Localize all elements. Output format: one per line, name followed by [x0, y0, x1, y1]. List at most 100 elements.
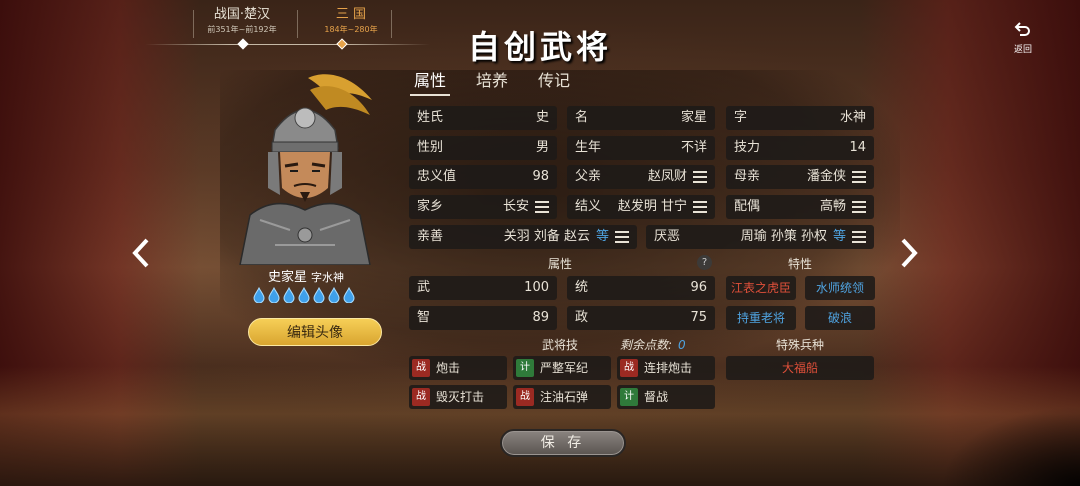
hero-portrait [230, 70, 380, 266]
skill-slot[interactable]: 战 连排炮击 [617, 356, 715, 380]
tab-attributes[interactable]: 属性 [410, 70, 451, 96]
field-label: 忠义值 [417, 169, 457, 184]
skill-type-tag: 计 [516, 359, 534, 377]
era-line [145, 44, 430, 45]
more-indicator: 等 [832, 229, 846, 244]
surname-field[interactable]: 姓氏 史 [409, 106, 557, 130]
skill-slot[interactable]: 战 毁灭打击 [409, 385, 507, 409]
field-value: 水神 [839, 110, 866, 125]
back-label: 返回 [1013, 45, 1032, 55]
field-value: 关羽 刘备 赵云 [503, 229, 590, 244]
era-divider [193, 10, 194, 38]
remaining-value: 0 [678, 338, 686, 352]
star-drop-icon [328, 287, 340, 303]
hero-courtesy: 字水神 [311, 271, 344, 284]
skill-name: 炮击 [436, 361, 461, 375]
menu-icon [852, 201, 866, 213]
edit-avatar-button[interactable]: 编辑头像 [248, 318, 382, 346]
page-title: 自创武将 [467, 28, 612, 66]
skill-name: 毁灭打击 [436, 390, 485, 404]
field-value: 98 [532, 169, 549, 184]
era-name: 三 国 [335, 7, 367, 22]
stat-war: 武 100 [409, 276, 557, 300]
trait-badge[interactable]: 水师统领 [805, 276, 875, 300]
father-field[interactable]: 父亲 赵凤财 [567, 165, 715, 189]
traits-heading: 特性 [787, 257, 812, 271]
field-value: 赵发明 甘宁 [617, 199, 687, 214]
menu-icon [693, 201, 707, 213]
field-value: 不详 [680, 140, 707, 155]
stat-label: 政 [575, 310, 589, 325]
skill-name: 注油石弹 [540, 390, 589, 404]
hometown-field[interactable]: 家乡 长安 [409, 195, 557, 219]
era-range: 前351年~前192年 [207, 25, 277, 34]
star-drop-icon [283, 287, 295, 303]
stat-label: 武 [417, 280, 431, 295]
era-warring-states[interactable]: 战国·楚汉 前351年~前192年 [197, 6, 287, 36]
stat-value: 89 [532, 310, 549, 325]
field-label: 父亲 [575, 169, 602, 184]
attributes-heading: 属性 [547, 257, 572, 271]
field-label: 家乡 [417, 199, 444, 214]
trait-badge[interactable]: 江表之虎臣 [726, 276, 796, 300]
dislikes-field[interactable]: 厌恶 周瑜 孙策 孙权 等 [646, 225, 874, 249]
courtesy-field[interactable]: 字 水神 [726, 106, 874, 130]
field-label: 配偶 [734, 199, 761, 214]
spouse-field[interactable]: 配偶 高畅 [726, 195, 874, 219]
right-arrow-icon[interactable] [900, 238, 918, 274]
birth-year-field[interactable]: 生年 不详 [567, 136, 715, 160]
tab-biography[interactable]: 传记 [534, 70, 574, 96]
gender-field[interactable]: 性别 男 [409, 136, 557, 160]
field-label: 名 [575, 110, 589, 125]
star-drop-icon [298, 287, 310, 303]
field-value: 14 [849, 140, 866, 155]
field-label: 姓氏 [417, 110, 444, 125]
field-value: 赵凤财 [647, 169, 687, 184]
stat-value: 96 [690, 280, 707, 295]
corner-shadow [940, 406, 1080, 486]
era-marker [237, 38, 249, 50]
field-label: 字 [734, 110, 748, 125]
skill-type-tag: 战 [412, 359, 430, 377]
skill-slot[interactable]: 计 督战 [617, 385, 715, 409]
tab-bar: 属性 培养 传记 [410, 70, 574, 96]
star-drop-icon [313, 287, 325, 303]
field-label: 性别 [417, 140, 444, 155]
background-floor [0, 366, 1080, 486]
loyalty-field[interactable]: 忠义值 98 [409, 165, 557, 189]
back-icon [1006, 20, 1040, 42]
field-label: 厌恶 [654, 229, 681, 244]
field-value: 家星 [680, 110, 707, 125]
skill-type-tag: 战 [620, 359, 638, 377]
field-value: 史 [535, 110, 549, 125]
trait-badge[interactable]: 破浪 [805, 306, 875, 330]
menu-icon [852, 171, 866, 183]
help-icon[interactable]: ? [697, 255, 712, 270]
field-value: 高畅 [819, 199, 846, 214]
skill-power-field: 技力 14 [726, 136, 874, 160]
hero-full-name: 史家星 [267, 270, 307, 285]
field-label: 亲善 [417, 229, 444, 244]
hero-name: 史家星 字水神 [236, 266, 376, 285]
sworn-siblings-field[interactable]: 结义 赵发明 甘宁 [567, 195, 715, 219]
stat-politics: 政 75 [567, 306, 715, 330]
trait-badge[interactable]: 持重老将 [726, 306, 796, 330]
back-button[interactable]: 返回 [1006, 20, 1040, 55]
given-name-field[interactable]: 名 家星 [567, 106, 715, 130]
special-troop-heading: 特殊兵种 [775, 338, 824, 352]
likes-field[interactable]: 亲善 关羽 刘备 赵云 等 [409, 225, 637, 249]
era-marker-active [336, 38, 348, 50]
special-troop-value[interactable]: 大福船 [726, 356, 874, 380]
field-label: 结义 [575, 199, 602, 214]
tab-training[interactable]: 培养 [472, 70, 512, 96]
skill-name: 连排炮击 [644, 361, 693, 375]
left-arrow-icon[interactable] [132, 238, 150, 274]
era-three-kingdoms[interactable]: 三 国 184年~280年 [317, 6, 385, 36]
field-label: 母亲 [734, 169, 761, 184]
skill-slot[interactable]: 战 炮击 [409, 356, 507, 380]
star-drop-icon [268, 287, 280, 303]
mother-field[interactable]: 母亲 潘金侠 [726, 165, 874, 189]
save-button[interactable]: 保 存 [500, 429, 626, 457]
skill-slot[interactable]: 计 严整军纪 [513, 356, 611, 380]
skill-slot[interactable]: 战 注油石弹 [513, 385, 611, 409]
